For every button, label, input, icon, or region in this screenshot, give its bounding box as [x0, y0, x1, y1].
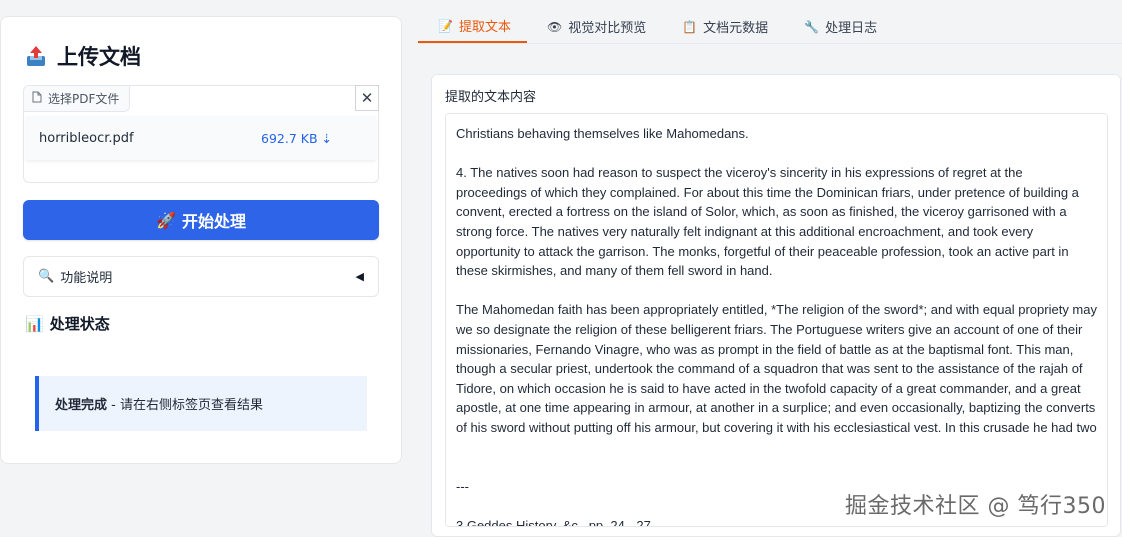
upload-panel: 上传文档 选择PDF文件 ✕ horribleocr.pdf 692.7 KB … [0, 16, 402, 464]
start-processing-button[interactable]: 🚀 开始处理 [23, 200, 379, 240]
extracted-text: Christians behaving themselves like Maho… [456, 126, 1097, 527]
feature-help-header: 🔍 功能说明 [38, 267, 112, 286]
file-name: horribleocr.pdf [39, 130, 134, 146]
tab-visual-compare[interactable]: 👁 视觉对比预览 [527, 10, 662, 43]
status-message-strong: 处理完成 [55, 398, 108, 413]
status-message: 处理完成 - 请在右侧标签页查看结果 [35, 376, 367, 431]
bar-chart-icon: 📊 [25, 314, 44, 333]
feature-help-accordion[interactable]: 🔍 功能说明 ◀ [23, 256, 379, 297]
clear-file-button[interactable]: ✕ [355, 85, 379, 111]
tab-metadata[interactable]: 📋 文档元数据 [662, 10, 784, 43]
file-chip-label: 选择PDF文件 [48, 92, 120, 106]
tab-label: 处理日志 [825, 21, 878, 36]
extracted-text-card: 提取的文本内容 Christians behaving themselves l… [431, 74, 1121, 537]
upload-tray-icon [25, 44, 47, 68]
memo-icon: 📝 [438, 18, 453, 33]
result-tabs: 📝 提取文本 👁 视觉对比预览 📋 文档元数据 🔧 处理日志 [418, 10, 1122, 44]
upload-title-text: 上传文档 [57, 45, 141, 69]
wrench-icon: 🔧 [804, 19, 820, 34]
file-icon [32, 91, 42, 106]
status-title-text: 处理状态 [49, 315, 110, 333]
collapse-arrow-icon: ◀ [355, 270, 364, 283]
tab-label: 视觉对比预览 [568, 21, 647, 36]
feature-help-label: 功能说明 [60, 271, 113, 286]
file-upload-box[interactable]: 选择PDF文件 ✕ horribleocr.pdf 692.7 KB ⇣ [23, 85, 379, 183]
tab-extracted-text[interactable]: 📝 提取文本 [418, 10, 527, 43]
magnifier-icon: 🔍 [38, 269, 55, 284]
file-row: horribleocr.pdf 692.7 KB ⇣ [26, 116, 376, 160]
file-chip[interactable]: 选择PDF文件 [24, 86, 131, 112]
close-icon: ✕ [360, 89, 374, 107]
status-message-rest: - 请在右侧标签页查看结果 [107, 398, 263, 413]
rocket-icon: 🚀 [156, 210, 176, 230]
clipboard-icon: 📋 [682, 19, 698, 34]
file-size-download-link[interactable]: 692.7 KB ⇣ [261, 131, 332, 146]
eye-icon: 👁 [546, 19, 563, 34]
tab-label: 提取文本 [458, 20, 511, 35]
status-title: 📊 处理状态 [25, 313, 110, 334]
extracted-text-area[interactable]: Christians behaving themselves like Maho… [445, 113, 1108, 527]
tab-processing-log[interactable]: 🔧 处理日志 [784, 10, 893, 43]
start-processing-label: 开始处理 [181, 212, 246, 231]
tab-label: 文档元数据 [703, 21, 769, 36]
extracted-text-label: 提取的文本内容 [445, 90, 537, 105]
upload-title: 上传文档 [25, 41, 141, 71]
